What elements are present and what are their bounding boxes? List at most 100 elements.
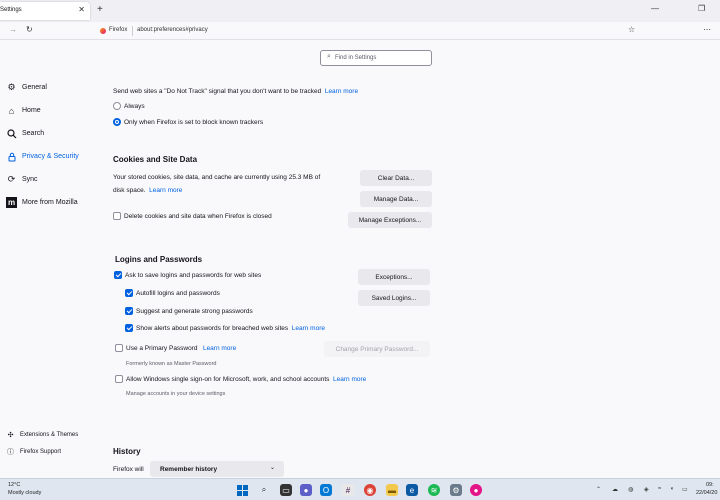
clear-data-button[interactable]: Clear Data...	[360, 170, 432, 186]
edge-icon[interactable]: e	[406, 484, 418, 496]
sync-icon: ⟳	[7, 174, 16, 184]
primary-password-note: Formerly known as Master Password	[126, 361, 217, 367]
windows-sso-note: Manage accounts in your device settings	[126, 391, 226, 397]
wifi-icon[interactable]: ≈	[658, 486, 661, 492]
windows-start-icon[interactable]	[236, 484, 248, 496]
history-label: Firefox will	[113, 466, 144, 473]
chrome-icon[interactable]: ◉	[364, 484, 376, 496]
spotify-icon[interactable]: ≋	[428, 484, 440, 496]
battery-icon[interactable]: ▭	[682, 486, 688, 493]
sidebar-item-label: Sync	[22, 176, 38, 183]
address-bar[interactable]: about:preferences#privacy	[137, 27, 208, 33]
clock-date[interactable]: 22/04/20	[696, 490, 717, 496]
tab-settings[interactable]: Settings ✕	[0, 2, 90, 20]
sidebar-item-general[interactable]: ⚙ General	[6, 82, 47, 93]
dnt-always-label: Always	[124, 103, 145, 110]
delete-on-close-label: Delete cookies and site data when Firefo…	[124, 213, 272, 220]
primary-password-text: Use a Primary Password	[126, 345, 198, 352]
sidebar-item-privacy[interactable]: Privacy & Security	[6, 151, 79, 162]
url-brand-label: Firefox	[109, 27, 128, 33]
cookies-learn-more-link[interactable]: Learn more	[149, 187, 182, 194]
reload-icon[interactable]: ↻	[26, 25, 33, 34]
weather-description[interactable]: Mostly cloudy	[8, 490, 41, 496]
ask-to-save-label: Ask to save logins and passwords for web…	[125, 272, 262, 279]
weather-temperature[interactable]: 12°C	[8, 482, 20, 488]
saved-logins-button[interactable]: Saved Logins...	[358, 290, 430, 306]
sidebar-footer-label: Firefox Support	[20, 448, 62, 455]
chat-icon[interactable]: ●	[300, 484, 312, 496]
task-view-icon[interactable]: ▭	[280, 484, 292, 496]
sidebar-item-home[interactable]: ⌂ Home	[6, 105, 41, 116]
dnt-only-when-radio[interactable]	[113, 118, 121, 126]
windows-taskbar: 12°C Mostly cloudy ⌕ ▭ ● O # ◉ ▬ e ≋ ⚙ ●…	[0, 478, 720, 500]
windows-sso-checkbox[interactable]	[115, 375, 123, 383]
sidebar-firefox-support[interactable]: ⓘ Firefox Support	[6, 447, 61, 456]
manage-exceptions-button[interactable]: Manage Exceptions...	[348, 212, 432, 228]
bookmark-star-icon[interactable]: ☆	[628, 25, 635, 34]
breach-alerts-checkbox[interactable]	[125, 324, 133, 332]
cookies-description-line2: disk space. Learn more	[113, 187, 182, 194]
search-icon: ⌕	[327, 53, 331, 60]
sidebar-extensions-themes[interactable]: ✣ Extensions & Themes	[6, 430, 79, 439]
tray-security-icon[interactable]: ◈	[644, 486, 649, 493]
history-select-value: Remember history	[160, 465, 218, 473]
minimize-icon[interactable]: —	[651, 4, 659, 13]
windows-sso-learn-more-link[interactable]: Learn more	[333, 376, 366, 383]
change-primary-password-button[interactable]: Change Primary Password...	[324, 341, 430, 357]
delete-on-close-checkbox[interactable]	[113, 212, 121, 220]
settings-app-icon[interactable]: ⚙	[450, 484, 462, 496]
help-icon: ⓘ	[7, 448, 14, 456]
maximize-icon[interactable]: ❐	[698, 4, 705, 13]
tray-cloud-icon[interactable]: ☁	[612, 486, 618, 493]
ask-to-save-checkbox[interactable]	[114, 271, 122, 279]
breach-alerts-text: Show alerts about passwords for breached…	[136, 325, 289, 332]
suggest-passwords-checkbox[interactable]	[125, 307, 133, 315]
puzzle-icon: ✣	[7, 431, 14, 439]
tab-close-icon[interactable]: ✕	[78, 5, 85, 14]
manage-data-button[interactable]: Manage Data...	[360, 191, 432, 207]
mozilla-icon: m	[6, 197, 17, 208]
sidebar-item-sync[interactable]: ⟳ Sync	[6, 174, 38, 185]
url-separator	[132, 26, 133, 36]
cookies-desc-text: disk space.	[113, 187, 146, 194]
firefox-icon	[100, 28, 106, 34]
history-mode-select[interactable]: Remember history ⌄	[150, 461, 284, 477]
home-icon: ⌂	[8, 105, 15, 116]
tray-chevron-up-icon[interactable]: ⌃	[596, 486, 601, 493]
file-explorer-icon[interactable]: ▬	[386, 484, 398, 496]
dnt-learn-more-link[interactable]: Learn more	[325, 88, 358, 95]
outlook-icon[interactable]: O	[320, 484, 332, 496]
settings-page: ⚙ General ⌂ Home Search Privacy & Securi…	[0, 40, 720, 478]
autofill-label: Autofill logins and passwords	[136, 290, 220, 297]
chevron-down-icon: ⌄	[269, 465, 275, 471]
sidebar-item-mozilla[interactable]: m More from Mozilla	[6, 197, 78, 208]
dnt-always-radio[interactable]	[113, 102, 121, 110]
dnt-text: Send web sites a "Do Not Track" signal t…	[113, 88, 322, 95]
windows-sso-label: Allow Windows single sign-on for Microso…	[126, 376, 366, 383]
autofill-checkbox[interactable]	[125, 289, 133, 297]
search-icon	[6, 128, 17, 139]
history-heading: History	[113, 447, 141, 456]
slack-icon[interactable]: #	[342, 484, 354, 496]
sidebar-item-label: General	[22, 84, 47, 91]
new-tab-button[interactable]: +	[97, 4, 103, 15]
tab-bar: Settings ✕ + — ❐	[0, 0, 720, 22]
cookies-description: Your stored cookies, site data, and cach…	[113, 174, 321, 181]
back-icon[interactable]: →	[9, 25, 17, 34]
clock-time[interactable]: 09:	[706, 482, 714, 488]
taskbar-search-icon[interactable]: ⌕	[258, 484, 270, 496]
sidebar-item-label: Search	[22, 130, 45, 137]
sidebar-item-label: More from Mozilla	[22, 199, 78, 206]
dnt-only-when-label: Only when Firefox is set to block known …	[124, 119, 264, 126]
search-input[interactable]: ⌕ Find in Settings	[320, 50, 432, 66]
extensions-icon[interactable]: ⋯	[703, 25, 711, 34]
sidebar-item-search[interactable]: Search	[6, 128, 44, 139]
firefox-taskbar-icon[interactable]: ●	[470, 484, 482, 496]
primary-password-checkbox[interactable]	[115, 344, 123, 352]
tray-app-icon[interactable]: ◍	[628, 486, 633, 493]
primary-password-learn-more-link[interactable]: Learn more	[203, 345, 236, 352]
login-exceptions-button[interactable]: Exceptions...	[358, 269, 430, 285]
volume-icon[interactable]: ◖	[670, 486, 674, 492]
sidebar-item-label: Home	[22, 107, 41, 114]
breach-alerts-learn-more-link[interactable]: Learn more	[292, 325, 325, 332]
